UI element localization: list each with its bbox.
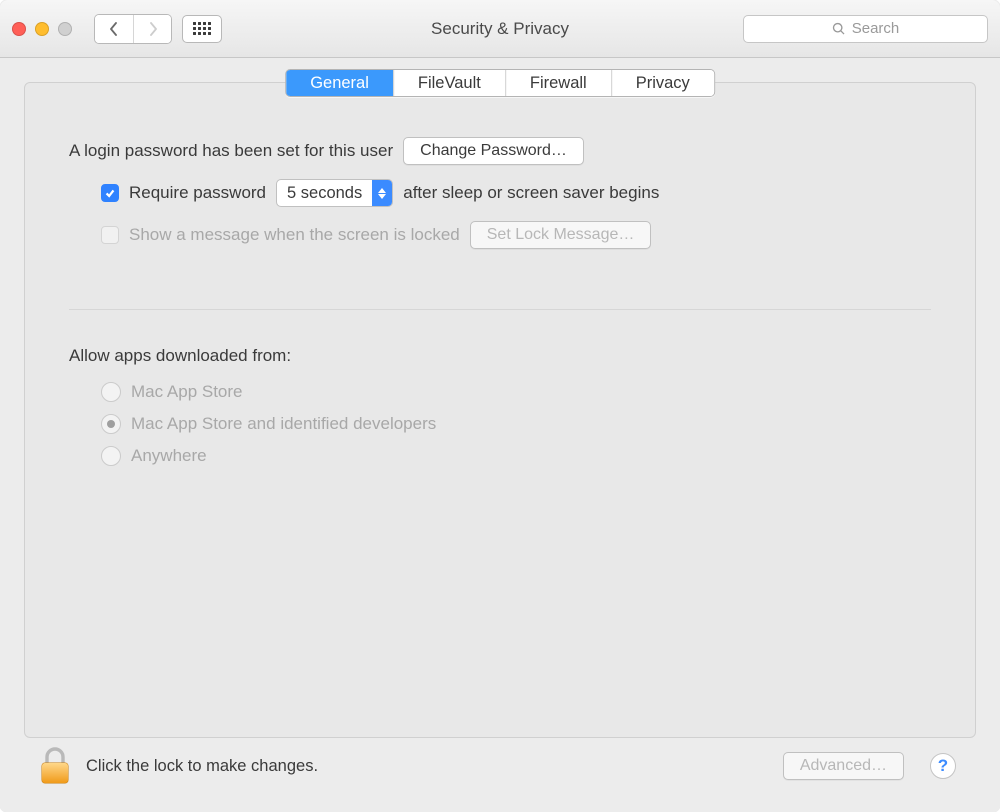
show-lock-message-label: Show a message when the screen is locked [129,225,460,245]
lock-area[interactable]: Click the lock to make changes. [38,746,318,786]
delay-value: 5 seconds [277,184,372,203]
login-password-row: A login password has been set for this u… [69,137,931,165]
tab-firewall[interactable]: Firewall [505,70,611,96]
section-divider [69,309,931,310]
radio-button [101,414,121,434]
footer-bar: Click the lock to make changes. Advanced… [24,738,976,798]
back-button[interactable] [95,15,133,43]
login-password-message: A login password has been set for this u… [69,141,393,161]
settings-panel: General FileVault Firewall Privacy A log… [24,82,976,738]
tab-privacy[interactable]: Privacy [611,70,714,96]
show-lock-message-row: Show a message when the screen is locked… [101,221,931,249]
preferences-window: Security & Privacy Search General FileVa… [0,0,1000,812]
gatekeeper-option-anywhere: Anywhere [101,446,931,466]
search-icon [832,22,846,36]
checkmark-icon [104,187,116,199]
zoom-button [58,22,72,36]
require-password-row: Require password 5 seconds after sleep o… [101,179,931,207]
show-lock-message-checkbox [101,226,119,244]
lock-message: Click the lock to make changes. [86,757,318,776]
select-stepper-icon [372,180,392,206]
after-sleep-text: after sleep or screen saver begins [403,183,659,203]
gatekeeper-option-identified: Mac App Store and identified developers [101,414,931,434]
gatekeeper-heading: Allow apps downloaded from: [69,346,931,366]
radio-label: Mac App Store and identified developers [131,414,436,434]
help-button[interactable]: ? [930,753,956,779]
forward-button [133,15,171,43]
advanced-button[interactable]: Advanced… [783,752,904,780]
content-area: General FileVault Firewall Privacy A log… [0,58,1000,812]
tab-bar: General FileVault Firewall Privacy [285,69,715,97]
gatekeeper-option-appstore: Mac App Store [101,382,931,402]
radio-label: Mac App Store [131,382,243,402]
minimize-button[interactable] [35,22,49,36]
change-password-button[interactable]: Change Password… [403,137,584,165]
close-button[interactable] [12,22,26,36]
grid-icon [193,22,211,35]
gatekeeper-options: Mac App Store Mac App Store and identifi… [101,382,931,466]
lock-icon [38,746,72,786]
tab-filevault[interactable]: FileVault [393,70,505,96]
tab-general[interactable]: General [286,70,393,96]
search-placeholder: Search [852,20,900,37]
require-password-delay-select[interactable]: 5 seconds [276,179,393,207]
require-password-checkbox[interactable] [101,184,119,202]
show-all-button[interactable] [182,15,222,43]
search-field[interactable]: Search [743,15,988,43]
radio-label: Anywhere [131,446,207,466]
window-controls [12,22,72,36]
require-password-label: Require password [129,183,266,203]
set-lock-message-button: Set Lock Message… [470,221,652,249]
nav-back-forward [94,14,172,44]
radio-button [101,382,121,402]
radio-button [101,446,121,466]
window-toolbar: Security & Privacy Search [0,0,1000,58]
